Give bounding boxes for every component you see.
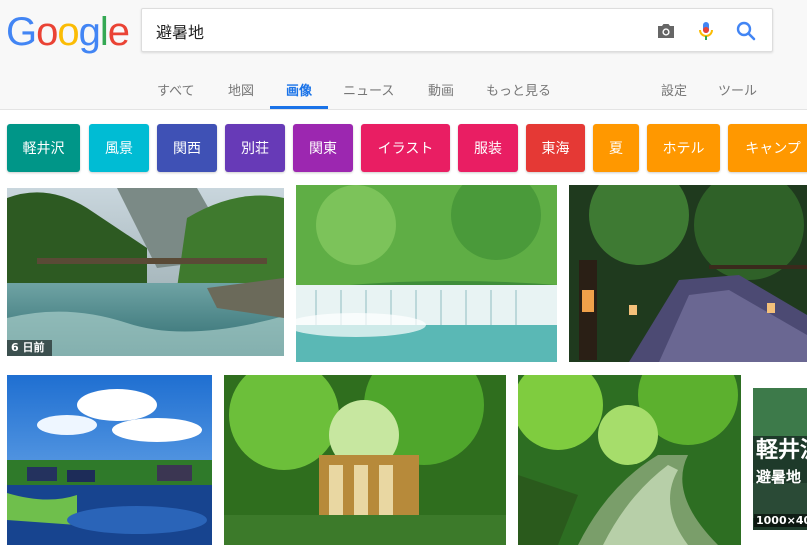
tab-news[interactable]: ニュース bbox=[343, 80, 394, 99]
logo-letter: o bbox=[57, 10, 79, 54]
tab-more[interactable]: もっと見る bbox=[486, 80, 551, 99]
logo-letter: l bbox=[99, 10, 109, 54]
logo-letter: o bbox=[36, 10, 58, 54]
chip-label: 軽井沢 bbox=[22, 141, 65, 157]
search-icon[interactable] bbox=[734, 19, 758, 43]
search-box bbox=[141, 8, 773, 52]
chip-tokai[interactable]: 東海 bbox=[526, 124, 585, 172]
image-size-label: 1000×400 bbox=[754, 514, 807, 527]
logo-letter: g bbox=[78, 10, 101, 54]
book-title: 軽井沢 bbox=[756, 438, 807, 463]
image-result-pond-cottages[interactable] bbox=[7, 375, 212, 545]
image-result-waterfall[interactable] bbox=[296, 185, 557, 362]
waterfall-picture bbox=[296, 185, 557, 362]
chip-label: 別荘 bbox=[241, 141, 269, 157]
camera-icon[interactable] bbox=[654, 19, 678, 43]
boardwalk-picture bbox=[569, 185, 807, 362]
chip-label: イラスト bbox=[377, 141, 434, 157]
chip-illustration[interactable]: イラスト bbox=[361, 124, 450, 172]
related-search-chips: 軽井沢 風景 関西 別荘 関東 イラスト 服装 東海 夏 ホテル キャンプ bbox=[0, 124, 807, 172]
chip-summer[interactable]: 夏 bbox=[593, 124, 639, 172]
chip-clothing[interactable]: 服装 bbox=[458, 124, 518, 172]
chip-villa[interactable]: 別荘 bbox=[225, 124, 285, 172]
chip-label: 夏 bbox=[609, 141, 623, 157]
tab-images[interactable]: 画像 bbox=[286, 80, 312, 99]
chip-label: ホテル bbox=[662, 141, 705, 157]
logo-letter: e bbox=[107, 10, 130, 54]
image-result-forest-stream[interactable] bbox=[518, 375, 741, 545]
search-nav-tabs: すべて 地図 画像 ニュース 動画 もっと見る 設定 ツール bbox=[0, 72, 807, 110]
chip-label: 関西 bbox=[173, 141, 201, 157]
chip-kanto[interactable]: 関東 bbox=[293, 124, 353, 172]
active-tab-indicator bbox=[270, 106, 328, 109]
image-result-night-boardwalk[interactable] bbox=[569, 185, 807, 362]
chip-kansai[interactable]: 関西 bbox=[157, 124, 217, 172]
book-subtitle: 避暑地 bbox=[756, 468, 802, 486]
forest-hotel-picture bbox=[224, 375, 506, 545]
tab-maps[interactable]: 地図 bbox=[228, 80, 254, 99]
google-image-search-page: Google 避暑地 すべて 地図 画像 ニュース 動画 もっと見る 設定 ツー… bbox=[0, 0, 807, 557]
header: Google 避暑地 すべて 地図 画像 ニュース 動画 もっと見る 設定 ツー… bbox=[0, 0, 807, 110]
microphone-icon[interactable] bbox=[694, 19, 718, 43]
search-input[interactable] bbox=[156, 17, 636, 45]
tab-all[interactable]: すべて bbox=[157, 80, 195, 99]
chip-camp[interactable]: キャンプ bbox=[728, 124, 807, 172]
google-logo[interactable]: Google bbox=[6, 8, 130, 56]
chip-label: 関東 bbox=[309, 141, 337, 157]
forest-stream-picture bbox=[518, 375, 741, 545]
tab-videos[interactable]: 動画 bbox=[428, 80, 454, 99]
image-result-forest-hotel[interactable] bbox=[224, 375, 506, 545]
chip-label: 服装 bbox=[474, 141, 502, 157]
chip-label: キャンプ bbox=[745, 141, 801, 157]
tab-settings[interactable]: 設定 bbox=[661, 80, 687, 99]
image-result-river-bridge[interactable]: 6 日前 bbox=[7, 188, 284, 356]
chip-hotel[interactable]: ホテル bbox=[647, 124, 720, 172]
logo-letter: G bbox=[6, 10, 37, 54]
chip-label: 風景 bbox=[105, 141, 133, 157]
pond-picture bbox=[7, 375, 212, 545]
result-age-label: 6 日前 bbox=[7, 340, 53, 356]
chip-label: 東海 bbox=[541, 141, 570, 157]
tab-tools[interactable]: ツール bbox=[718, 80, 757, 99]
chip-scenery[interactable]: 風景 bbox=[89, 124, 149, 172]
chip-karuizawa[interactable]: 軽井沢 bbox=[7, 124, 80, 172]
river-bridge-picture bbox=[7, 188, 284, 356]
image-result-book-cover[interactable]: 軽井沢 避暑地 1000×400 bbox=[753, 388, 807, 530]
